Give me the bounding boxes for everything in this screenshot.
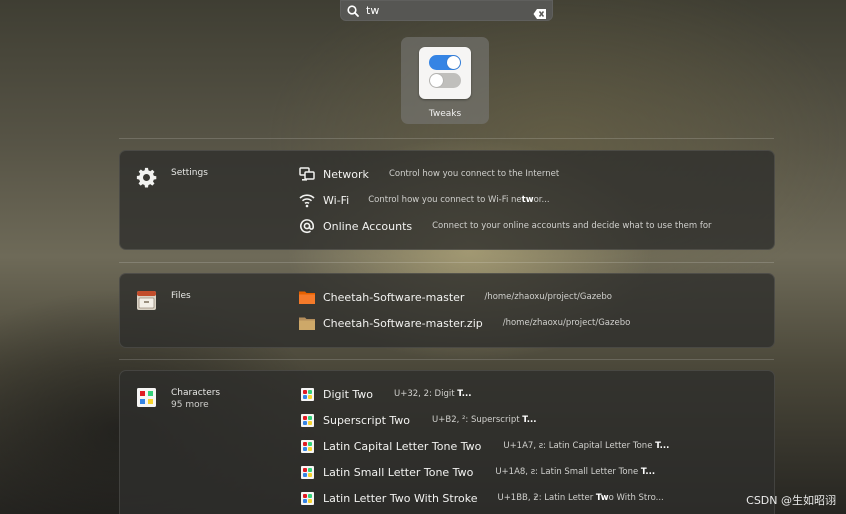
wifi-icon xyxy=(299,192,315,208)
character-icon xyxy=(299,464,315,480)
result-description: Control how you connect to Wi-Fi networ.… xyxy=(368,195,550,205)
result-description: Control how you connect to the Internet xyxy=(388,169,560,179)
settings-section: Settings Network Control how you connect… xyxy=(119,150,775,250)
result-description: U+32, 2: Digit T... xyxy=(394,389,472,399)
result-character[interactable]: Superscript Two U+B2, ²: Superscript T..… xyxy=(299,411,536,429)
divider xyxy=(119,359,774,360)
result-character[interactable]: Digit Two U+32, 2: Digit T... xyxy=(299,385,471,403)
result-description: U+1A8, ƨ: Latin Small Letter Tone T... xyxy=(495,467,656,477)
app-result-tweaks[interactable]: Tweaks xyxy=(401,37,489,124)
toggle-switches-icon xyxy=(419,47,471,99)
divider xyxy=(119,138,774,139)
gear-icon[interactable] xyxy=(136,167,157,188)
at-sign-icon xyxy=(299,218,315,234)
characters-section: Characters 95 more Digit Two U+32, 2: Di… xyxy=(119,370,775,514)
result-title: Latin Capital Letter Tone Two xyxy=(323,439,482,453)
result-file[interactable]: Cheetah-Software-master /home/zhaoxu/pro… xyxy=(299,288,612,306)
result-description: U+B2, ²: Superscript T... xyxy=(432,415,537,425)
result-description: U+1A7, ƨ: Latin Capital Letter Tone T... xyxy=(503,441,670,451)
result-title: Digit Two xyxy=(323,387,373,401)
search-bar[interactable] xyxy=(340,0,553,21)
result-title: Latin Small Letter Tone Two xyxy=(323,465,474,479)
result-title: Cheetah-Software-master xyxy=(323,290,465,304)
result-character[interactable]: Latin Capital Letter Tone Two U+1A7, ƨ: … xyxy=(299,437,669,455)
provider-name: Characters xyxy=(171,388,221,398)
result-title: Wi-Fi xyxy=(323,193,350,207)
characters-icon[interactable] xyxy=(136,387,157,408)
search-input[interactable] xyxy=(366,1,533,20)
result-title: Network xyxy=(323,167,369,181)
search-icon xyxy=(346,4,360,18)
provider-name: Settings xyxy=(171,168,208,178)
result-network[interactable]: Network Control how you connect to the I… xyxy=(299,165,559,183)
character-icon xyxy=(299,438,315,454)
result-character[interactable]: Latin Letter Two With Stroke U+1BB, ƻ: L… xyxy=(299,489,664,507)
more-results-count: 95 more xyxy=(171,400,209,410)
result-path: /home/zhaoxu/project/Gazebo xyxy=(502,318,631,328)
watermark: CSDN @生如昭诩 xyxy=(746,494,836,507)
result-character[interactable]: Latin Small Letter Tone Two U+1A8, ƨ: La… xyxy=(299,463,655,481)
result-title: Cheetah-Software-master.zip xyxy=(323,316,483,330)
character-icon xyxy=(299,490,315,506)
character-icon xyxy=(299,412,315,428)
result-path: /home/zhaoxu/project/Gazebo xyxy=(484,292,612,302)
character-icon xyxy=(299,386,315,402)
result-description: Connect to your online accounts and deci… xyxy=(432,221,712,231)
clear-search-icon[interactable] xyxy=(533,5,547,19)
result-description: U+1BB, ƻ: Latin Letter Two With Stro... xyxy=(497,493,664,503)
result-wifi[interactable]: Wi-Fi Control how you connect to Wi-Fi n… xyxy=(299,191,550,209)
folder-icon xyxy=(299,289,315,305)
file-cabinet-icon[interactable] xyxy=(136,290,157,311)
divider xyxy=(119,262,774,263)
result-title: Latin Letter Two With Stroke xyxy=(323,491,478,505)
result-file[interactable]: Cheetah-Software-master.zip /home/zhaoxu… xyxy=(299,314,630,332)
archive-icon xyxy=(299,315,315,331)
network-wired-icon xyxy=(299,166,315,182)
result-online-accounts[interactable]: Online Accounts Connect to your online a… xyxy=(299,217,712,235)
result-title: Superscript Two xyxy=(323,413,411,427)
files-section: Files Cheetah-Software-master /home/zhao… xyxy=(119,273,775,348)
result-title: Online Accounts xyxy=(323,219,413,233)
app-result-label: Tweaks xyxy=(428,109,462,119)
provider-name: Files xyxy=(171,291,191,301)
